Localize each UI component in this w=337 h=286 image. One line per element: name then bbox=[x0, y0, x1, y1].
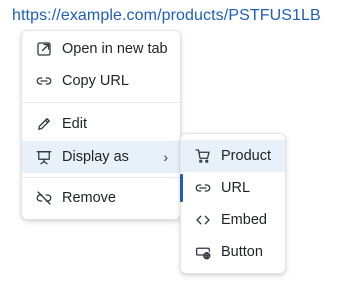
display-as-submenu: Product URL Embed Button bbox=[180, 133, 286, 274]
menu-item-label: Remove bbox=[62, 190, 116, 206]
menu-item-label: Edit bbox=[62, 116, 87, 132]
external-link-icon bbox=[33, 38, 55, 60]
menu-item-label: Display as bbox=[62, 149, 129, 165]
link-icon bbox=[192, 177, 214, 199]
menu-divider bbox=[22, 177, 180, 178]
menu-item-label: Open in new tab bbox=[62, 41, 168, 57]
presentation-icon bbox=[33, 146, 55, 168]
cart-icon bbox=[192, 145, 214, 167]
submenu-item-button[interactable]: Button bbox=[181, 236, 285, 268]
context-menu: Open in new tab Copy URL Edit Display as… bbox=[21, 30, 181, 220]
submenu-item-url[interactable]: URL bbox=[180, 172, 285, 204]
chevron-right-icon: › bbox=[163, 149, 168, 165]
submenu-item-label: Button bbox=[221, 244, 263, 260]
menu-item-edit[interactable]: Edit bbox=[22, 108, 180, 140]
button-link-icon bbox=[192, 241, 214, 263]
submenu-item-embed[interactable]: Embed bbox=[181, 204, 285, 236]
menu-item-display-as[interactable]: Display as › bbox=[22, 141, 180, 173]
code-icon bbox=[192, 209, 214, 231]
link-off-icon bbox=[33, 187, 55, 209]
menu-item-open-in-new-tab[interactable]: Open in new tab bbox=[22, 33, 180, 65]
submenu-item-label: URL bbox=[221, 180, 251, 196]
menu-divider bbox=[22, 102, 180, 103]
pencil-icon bbox=[33, 113, 55, 135]
menu-item-label: Copy URL bbox=[62, 73, 129, 89]
submenu-item-product[interactable]: Product bbox=[181, 140, 285, 172]
link-icon bbox=[33, 70, 55, 92]
submenu-item-label: Product bbox=[221, 148, 271, 164]
menu-item-copy-url[interactable]: Copy URL bbox=[22, 65, 180, 97]
submenu-item-label: Embed bbox=[221, 212, 267, 228]
menu-item-remove[interactable]: Remove bbox=[22, 182, 180, 214]
product-url-link[interactable]: https://example.com/products/PSTFUS1LB bbox=[12, 7, 321, 25]
